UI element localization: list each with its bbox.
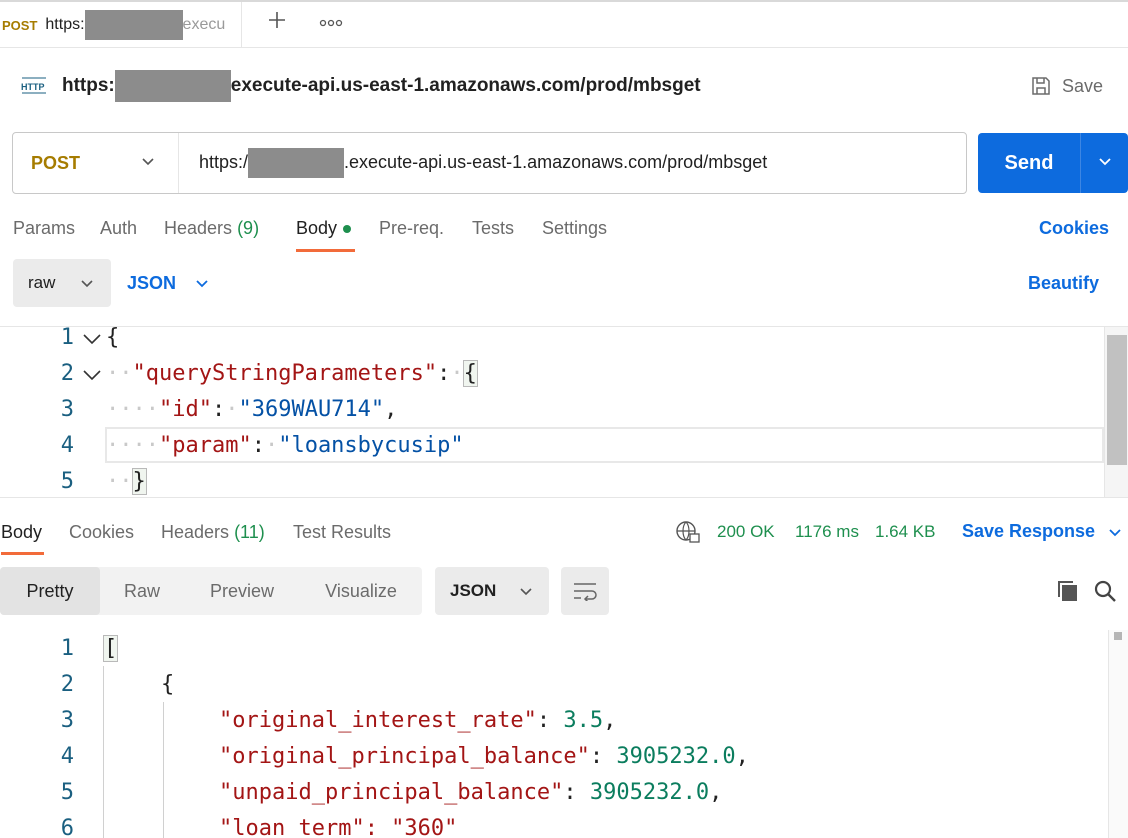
tab-body[interactable]: Body: [296, 218, 352, 239]
active-tab-underline: [296, 249, 355, 252]
new-tab-icon[interactable]: [262, 0, 292, 46]
more-tabs-icon[interactable]: [316, 0, 346, 44]
send-button[interactable]: Send: [978, 133, 1128, 193]
view-visualize[interactable]: Visualize: [300, 567, 422, 615]
globe-lock-icon[interactable]: [675, 520, 701, 549]
redacted-block: [114, 70, 231, 102]
line-number: 5: [60, 469, 74, 494]
code-line: "original_principal_balance": 3905232.0,: [219, 744, 749, 769]
redacted-block: [248, 148, 345, 178]
fold-chevron-icon[interactable]: [82, 367, 102, 386]
view-pretty[interactable]: Pretty: [0, 567, 100, 615]
tab-tests[interactable]: Tests: [472, 218, 514, 239]
code-line: "original_interest_rate": 3.5,: [219, 708, 617, 733]
request-tab[interactable]: POST https: execu: [0, 2, 242, 48]
code-line: [: [102, 635, 119, 662]
tab-settings[interactable]: Settings: [542, 218, 607, 239]
body-mode-select[interactable]: raw: [13, 259, 111, 307]
code-line: ··"queryStringParameters":·{: [106, 360, 478, 387]
chevron-down-icon: [79, 275, 95, 296]
tab-url: https: execu: [45, 10, 225, 40]
response-format-select[interactable]: JSON: [435, 567, 549, 615]
code-line: {: [106, 326, 120, 350]
scrollbar-thumb[interactable]: [1107, 335, 1127, 465]
send-options-button[interactable]: [1080, 133, 1128, 193]
active-tab-underline: [1, 552, 44, 555]
response-tab-headers[interactable]: Headers (11): [161, 522, 265, 543]
line-number: 4: [60, 433, 74, 458]
url-bar: POST https:/.execute-api.us-east-1.amazo…: [12, 132, 967, 194]
save-button[interactable]: Save: [1030, 70, 1103, 102]
tab-auth[interactable]: Auth: [100, 218, 137, 239]
response-size[interactable]: 1.64 KB: [875, 522, 936, 542]
response-status[interactable]: 200 OK: [717, 522, 775, 542]
http-icon: HTTP: [20, 74, 48, 103]
body-language-select[interactable]: JSON: [127, 259, 210, 307]
chevron-down-icon: [194, 275, 210, 291]
code-line: ····"param":·"loansbycusip": [106, 433, 464, 458]
code-line: {: [161, 672, 175, 697]
view-raw[interactable]: Raw: [100, 567, 184, 615]
response-tab-body[interactable]: Body: [1, 522, 42, 543]
chevron-down-icon: [1107, 524, 1123, 540]
code-line: ··}: [106, 468, 147, 495]
method-select[interactable]: POST: [13, 133, 179, 193]
line-number: 1: [60, 326, 74, 350]
save-icon: [1030, 75, 1052, 97]
line-number: 3: [60, 708, 74, 733]
redacted-block: [84, 10, 183, 40]
wrap-lines-button[interactable]: [561, 567, 609, 615]
indent-guide: [163, 702, 164, 838]
chevron-down-icon: [1097, 153, 1113, 174]
scrollbar-thumb[interactable]: [1114, 632, 1122, 640]
copy-icon[interactable]: [1055, 578, 1081, 609]
response-view-segment: Pretty Raw Preview Visualize: [0, 567, 422, 615]
response-scrollbar[interactable]: [1108, 630, 1128, 838]
line-number: 4: [60, 744, 74, 769]
tab-method: POST: [2, 17, 38, 33]
view-preview[interactable]: Preview: [184, 567, 300, 615]
tab-headers[interactable]: Headers (9): [164, 218, 259, 239]
tab-prerequest[interactable]: Pre-req.: [379, 218, 444, 239]
line-number: 2: [60, 361, 74, 386]
line-number: 6: [60, 816, 74, 838]
url-input[interactable]: https:/.execute-api.us-east-1.amazonaws.…: [179, 148, 767, 178]
response-time[interactable]: 1176 ms: [795, 522, 859, 542]
fold-chevron-icon[interactable]: [82, 331, 102, 350]
response-tab-test-results[interactable]: Test Results: [293, 522, 391, 543]
request-body-editor[interactable]: 1 2 3 4 5 { ··"queryStringParameters":·{…: [0, 326, 1128, 498]
response-body-viewer[interactable]: 1 2 3 4 5 6 [ { "original_interest_rate"…: [0, 630, 1128, 838]
body-indicator-dot: [343, 225, 352, 234]
code-line: "unpaid_principal_balance": 3905232.0,: [219, 780, 723, 805]
beautify-button[interactable]: Beautify: [1028, 273, 1099, 294]
save-response-button[interactable]: Save Response: [962, 521, 1123, 542]
code-line-partial: "loan_term": "360": [219, 816, 458, 838]
indent-guide: [103, 666, 104, 838]
tab-params[interactable]: Params: [13, 218, 75, 239]
svg-text:HTTP: HTTP: [21, 82, 45, 92]
editor-scrollbar[interactable]: [1104, 327, 1128, 497]
response-tab-cookies[interactable]: Cookies: [69, 522, 134, 543]
code-line: ····"id":·"369WAU714",: [106, 397, 398, 422]
search-icon[interactable]: [1093, 579, 1117, 608]
line-number: 2: [60, 672, 74, 697]
request-title: https: execute-api.us-east-1.amazonaws.co…: [62, 70, 701, 102]
wrap-lines-icon: [572, 581, 598, 601]
chevron-down-icon: [518, 583, 534, 599]
line-number: 5: [60, 780, 74, 805]
line-number: 1: [60, 636, 74, 661]
tab-bar: POST https: execu: [0, 0, 1128, 48]
chevron-down-icon: [140, 153, 156, 174]
cookies-link[interactable]: Cookies: [1039, 218, 1109, 239]
line-number: 3: [60, 397, 74, 422]
